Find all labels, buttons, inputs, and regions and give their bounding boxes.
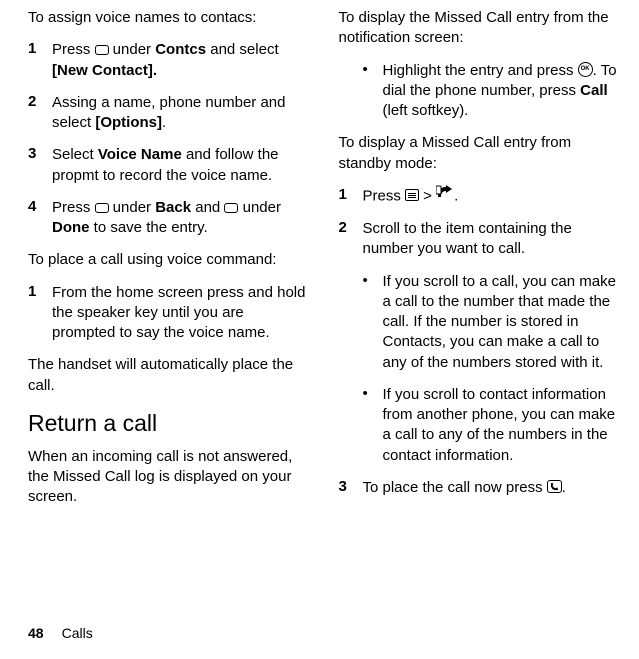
section-name: Calls <box>62 625 93 641</box>
intro-text: To display the Missed Call entry from th… <box>339 8 622 49</box>
step-text: Press under Back and under Done to save … <box>52 198 311 239</box>
step-number: 2 <box>28 93 52 134</box>
menu-icon <box>405 189 419 201</box>
step-text: Assing a name, phone number and select [… <box>52 93 311 134</box>
step-text: Select Voice Name and follow the propmt … <box>52 145 311 186</box>
intro-text-2: To display a Missed Call entry from stan… <box>339 133 622 174</box>
bullet-item: • If you scroll to a call, you can make … <box>339 272 622 373</box>
bullet-icon: • <box>363 385 383 466</box>
step-number: 2 <box>339 219 363 260</box>
bullet-text: If you scroll to a call, you can make a … <box>383 272 622 373</box>
bullet-text: If you scroll to contact information fro… <box>383 385 622 466</box>
ok-icon: OK <box>578 62 593 77</box>
step-text: Press > . <box>363 186 622 207</box>
step-number: 1 <box>339 186 363 207</box>
step-number: 1 <box>28 40 52 81</box>
intro-text: To assign voice names to contacs: <box>28 8 311 28</box>
section-heading: Return a call <box>28 410 311 437</box>
page-footer: 48 Calls <box>28 625 93 641</box>
step-4: 4 Press under Back and under Done to sav… <box>28 198 311 239</box>
step-number: 3 <box>28 145 52 186</box>
step-2: 2 Assing a name, phone number and select… <box>28 93 311 134</box>
step-2: 2 Scroll to the item containing the numb… <box>339 219 622 260</box>
softkey-icon <box>95 203 109 213</box>
step-text: From the home screen press and hold the … <box>52 283 311 344</box>
step-3: 3 Select Voice Name and follow the propm… <box>28 145 311 186</box>
step-1: 1 Press > . <box>339 186 622 207</box>
softkey-icon <box>224 203 238 213</box>
step-text: Press under Contcs and select [New Conta… <box>52 40 311 81</box>
page-number: 48 <box>28 625 44 641</box>
step-number: 4 <box>28 198 52 239</box>
bullet-text: Highlight the entry and press OK. To dia… <box>383 61 622 122</box>
step-text: To place the call now press . <box>363 478 622 498</box>
bullet-item: • Highlight the entry and press OK. To d… <box>339 61 622 122</box>
bullet-item: • If you scroll to contact information f… <box>339 385 622 466</box>
step-1b: 1 From the home screen press and hold th… <box>28 283 311 344</box>
step-1: 1 Press under Contcs and select [New Con… <box>28 40 311 81</box>
step-text: Scroll to the item containing the number… <box>363 219 622 260</box>
softkey-icon <box>95 45 109 55</box>
outro-text: The handset will automatically place the… <box>28 355 311 396</box>
right-column: To display the Missed Call entry from th… <box>339 8 622 520</box>
step-3: 3 To place the call now press . <box>339 478 622 498</box>
recent-calls-icon <box>436 184 454 205</box>
left-column: To assign voice names to contacs: 1 Pres… <box>28 8 311 520</box>
bullet-icon: • <box>363 61 383 122</box>
step-number: 1 <box>28 283 52 344</box>
call-icon <box>547 480 562 493</box>
step-number: 3 <box>339 478 363 498</box>
intro-text-2: To place a call using voice command: <box>28 250 311 270</box>
bullet-icon: • <box>363 272 383 373</box>
paragraph: When an incoming call is not answered, t… <box>28 447 311 508</box>
